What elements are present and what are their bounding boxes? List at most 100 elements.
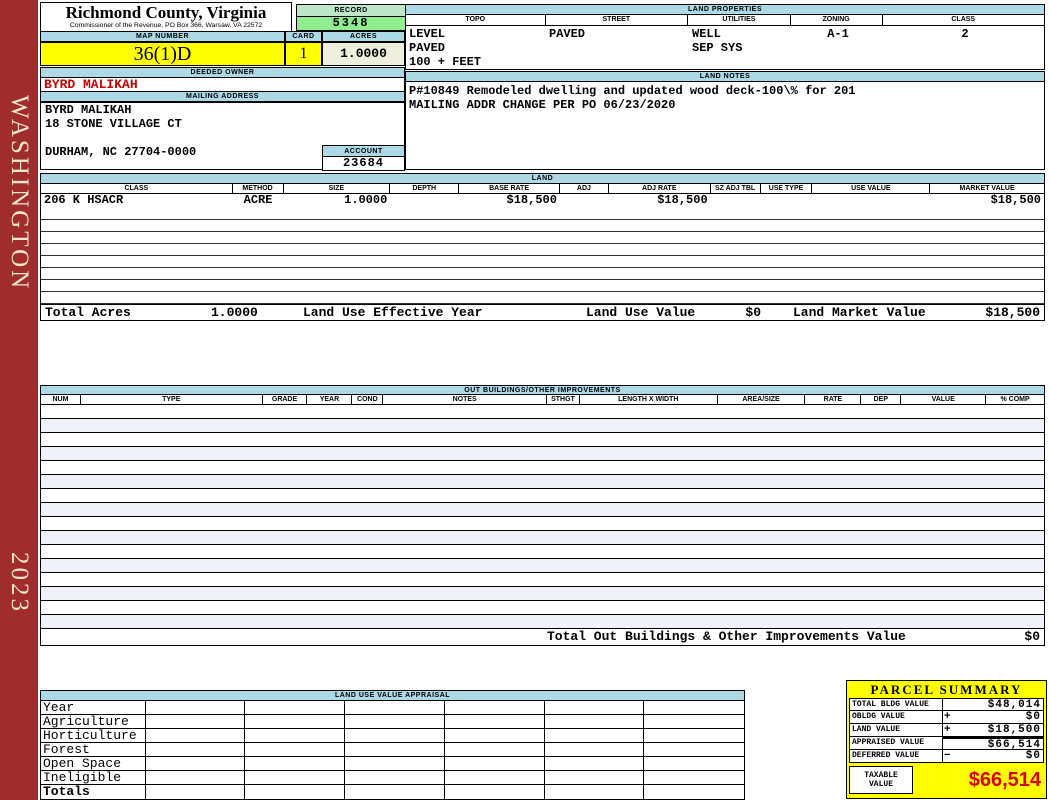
appraisal-cell — [245, 743, 346, 756]
out-building-row — [41, 489, 1044, 503]
out-building-row — [41, 517, 1044, 531]
parcel-summary-amount: $48,014 — [987, 699, 1041, 711]
parcel-summary-value-cell: $66,514 — [943, 737, 1044, 751]
out-buildings-total-row: Total Out Buildings & Other Improvements… — [41, 629, 1044, 645]
sidebar: WASHINGTON 2023 — [0, 0, 38, 800]
parcel-summary-rows: TOTAL BLDG VALUE $48,014 OBLDG VALUE + $0 LAN… — [847, 698, 1046, 763]
operator — [943, 699, 944, 710]
out-building-row — [41, 405, 1044, 419]
appraisal-cell — [545, 771, 645, 784]
appraisal-cell — [146, 771, 246, 784]
map-number-label: MAP NUMBER — [40, 31, 285, 42]
land-col-1: METHOD — [232, 184, 284, 194]
appraisal-cell — [146, 701, 246, 714]
parcel-summary-value-cell: + $0 — [943, 711, 1044, 724]
parcel-summary-value-cell: − $0 — [943, 750, 1044, 763]
total-acres-value: 1.0000 — [211, 305, 258, 320]
appraisal-cell — [245, 715, 346, 728]
land-col-3: DEPTH — [390, 184, 460, 194]
appraisal-cell — [545, 785, 645, 799]
land-col-0: CLASS — [41, 184, 233, 194]
land-cell-6: $18,500 — [657, 194, 708, 207]
land-empty-row — [41, 220, 1044, 232]
appraisal-cell — [445, 785, 545, 799]
land-prop-value: 2 — [961, 27, 969, 41]
land-prop-value: PAVED — [409, 41, 446, 55]
sidebar-year-label: 2023 — [6, 552, 33, 614]
land-use-value: $0 — [745, 305, 761, 320]
land-properties-headers: TOPO STREET UTILITIES ZONING CLASS — [406, 15, 1044, 26]
appraisal-row-forest: Forest — [41, 743, 744, 757]
land-prop-value: SEP SYS — [692, 41, 743, 55]
out-building-row — [41, 559, 1044, 573]
parcel-summary-title: PARCEL SUMMARY — [870, 682, 1023, 697]
out-buildings-table: OUT BUILDINGS/OTHER IMPROVEMENTS NUM TYPE… — [40, 385, 1045, 646]
land-use-value-label: Land Use Value — [586, 305, 696, 320]
out-building-row — [41, 503, 1044, 517]
land-empty-row — [41, 208, 1044, 220]
land-empty-row — [41, 280, 1044, 292]
appraisal-cell — [545, 743, 645, 756]
land-col-8: USE TYPE — [760, 184, 813, 194]
appraisal-row-label: Agriculture — [41, 715, 146, 728]
appraisal-cell — [644, 757, 744, 770]
land-use-appraisal-rows: Year Agriculture Horticulture Forest Open Sp… — [41, 701, 744, 799]
parcel-summary-row: DEFERRED VALUE − $0 — [849, 750, 1044, 763]
land-cell-8 — [761, 194, 813, 208]
land-market-value-label: Land Market Value — [793, 305, 926, 320]
parcel-summary-amount: $18,500 — [987, 724, 1041, 736]
appraisal-cell — [445, 701, 545, 714]
appraisal-row-horticulture: Horticulture — [41, 729, 744, 743]
land-notes-box: LAND NOTES P#10849 Remodeled dwelling an… — [405, 71, 1045, 170]
appraisal-row-label: Forest — [41, 743, 146, 756]
land-prop-value: 100 + FEET — [409, 55, 482, 69]
land-table-headers: CLASS METHOD SIZE DEPTH BASE RATE ADJ ADJ RATE… — [41, 184, 1044, 194]
mailing-address-label: MAILING ADDRESS — [40, 91, 405, 102]
land-prop-col-1: STREET — [545, 15, 689, 26]
land-prop-values-street: PAVED — [546, 27, 689, 41]
appraisal-cell — [445, 757, 545, 770]
land-table: LAND CLASS METHOD SIZE DEPTH BASE RATE ADJ ADJ… — [40, 173, 1045, 321]
land-table-row: 206 K HSACR ACRE 1.0000 $18,500 $18,500 $18,5… — [41, 194, 1044, 208]
land-table-empty-rows — [41, 208, 1044, 304]
appraisal-row-agriculture: Agriculture — [41, 715, 744, 729]
land-prop-col-2: UTILITIES — [688, 15, 791, 26]
land-cell-0: 206 K HSACR — [44, 194, 124, 207]
parcel-summary-value-cell: + $18,500 — [943, 724, 1044, 737]
land-prop-col-0: TOPO — [406, 15, 546, 26]
county-subtitle: Commissioner of the Revenue, PO Box 366,… — [69, 22, 263, 29]
land-properties-values: LEVEL PAVED 100 + FEET PAVED WELL SEP SYS A-1 2 — [406, 26, 1044, 69]
land-prop-value: PAVED — [549, 27, 586, 41]
land-col-4: BASE RATE — [459, 184, 560, 194]
land-notes-title: LAND NOTES — [406, 72, 1044, 82]
operator — [943, 739, 944, 749]
ob-col-12: % COMP — [986, 395, 1044, 405]
appraisal-cell — [345, 757, 445, 770]
out-buildings-empty-rows — [41, 405, 1044, 629]
land-empty-row — [41, 268, 1044, 280]
ob-col-5: NOTES — [383, 395, 547, 405]
taxable-value: $66,514 — [968, 769, 1041, 791]
appraisal-cell — [146, 715, 246, 728]
account-value: 23684 — [322, 157, 405, 171]
land-col-5: ADJ — [559, 184, 609, 194]
ob-col-6: STHGT — [546, 395, 580, 405]
land-empty-row — [41, 256, 1044, 268]
appraisal-cell — [146, 743, 246, 756]
land-cell-4: $18,500 — [506, 194, 557, 207]
appraisal-cell — [445, 729, 545, 742]
property-record-card: WASHINGTON 2023 Richmond County, Virgini… — [0, 0, 1050, 800]
land-prop-col-3: ZONING — [790, 15, 883, 26]
land-prop-values-zoning: A-1 — [792, 27, 884, 41]
appraisal-row-label: Open Space — [41, 757, 146, 770]
land-cell-3 — [390, 194, 459, 208]
ob-col-8: AREA/SIZE — [717, 395, 806, 405]
parcel-summary-row: OBLDG VALUE + $0 — [849, 711, 1044, 724]
sidebar-county-label: WASHINGTON — [6, 95, 33, 292]
out-buildings-total-label: Total Out Buildings & Other Improvements… — [547, 629, 906, 644]
land-cell-7 — [711, 194, 761, 208]
operator: + — [944, 724, 951, 736]
appraisal-cell — [545, 701, 645, 714]
out-building-row — [41, 545, 1044, 559]
out-building-row — [41, 615, 1044, 629]
